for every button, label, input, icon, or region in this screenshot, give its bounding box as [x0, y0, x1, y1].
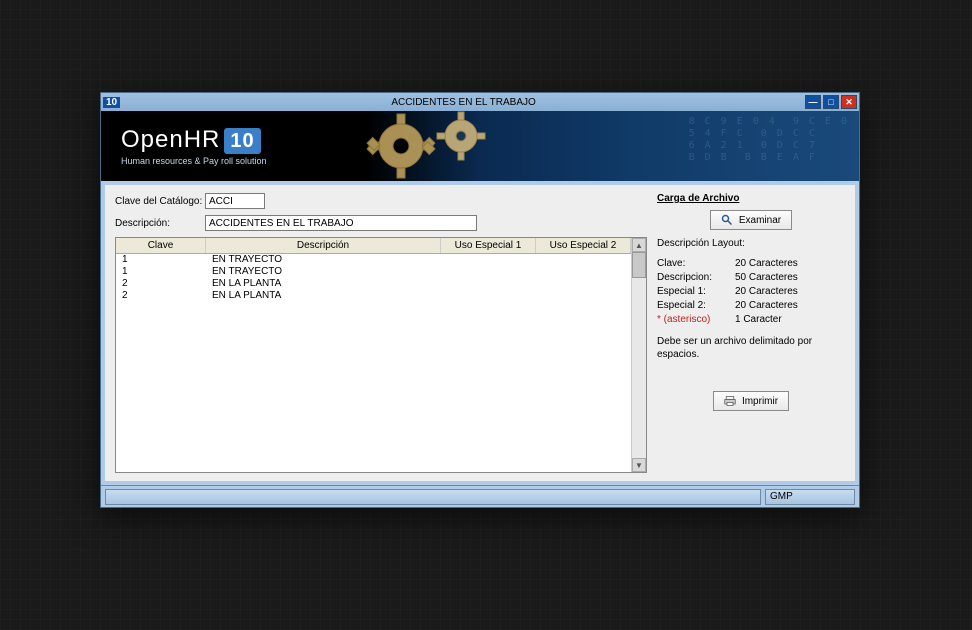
cell-desc: EN LA PLANTA: [206, 278, 441, 290]
layout-key: Especial 1:: [657, 285, 735, 299]
close-button[interactable]: ✕: [841, 95, 857, 109]
printer-icon: [724, 395, 736, 407]
descripcion-input[interactable]: [205, 215, 477, 231]
layout-val: 20 Caracteres: [735, 285, 798, 299]
left-panel: Clave del Catálogo: Descripción: Clave D…: [115, 193, 647, 473]
cell-e2: [536, 266, 631, 278]
banner-decor: 8 C 9 E 0 4 9 C E 0 5 4 F C 0 D C C 6 A …: [689, 116, 849, 164]
cell-e1: [441, 290, 536, 302]
layout-key: Especial 2:: [657, 299, 735, 313]
imprimir-label: Imprimir: [742, 396, 778, 407]
cell-e1: [441, 254, 536, 266]
layout-key: Clave:: [657, 257, 735, 271]
examinar-button[interactable]: Examinar: [710, 210, 792, 230]
layout-asterisk-key: * (asterisco): [657, 313, 735, 327]
titlebar[interactable]: 10 ACCIDENTES EN EL TRABAJO — □ ✕: [101, 93, 859, 111]
col-header-especial2[interactable]: Uso Especial 2: [536, 238, 631, 253]
brand-name: OpenHR: [121, 126, 220, 153]
descripcion-label: Descripción:: [115, 218, 205, 229]
brand-version: 10: [224, 128, 260, 154]
cell-desc: EN LA PLANTA: [206, 290, 441, 302]
col-header-clave[interactable]: Clave: [116, 238, 206, 253]
scroll-up-icon[interactable]: ▲: [632, 238, 646, 252]
layout-title: Descripción Layout:: [657, 238, 845, 249]
statusbar: GMP: [101, 485, 859, 507]
banner: OpenHR10 Human resources & Pay roll solu…: [101, 111, 859, 181]
data-grid[interactable]: Clave Descripción Uso Especial 1 Uso Esp…: [115, 237, 647, 473]
layout-asterisk-val: 1 Caracter: [735, 313, 782, 327]
clave-input[interactable]: [205, 193, 265, 209]
table-row[interactable]: 2 EN LA PLANTA: [116, 278, 631, 290]
cell-clave: 2: [116, 278, 206, 290]
grid-scrollbar[interactable]: ▲ ▼: [631, 238, 646, 472]
status-pane-user: GMP: [765, 489, 855, 505]
maximize-button[interactable]: □: [823, 95, 839, 109]
gears-icon: [361, 111, 531, 181]
layout-key: Descripcion:: [657, 271, 735, 285]
layout-val: 50 Caracteres: [735, 271, 798, 285]
cell-e1: [441, 278, 536, 290]
status-pane-main: [105, 489, 761, 505]
cell-desc: EN TRAYECTO: [206, 266, 441, 278]
clave-label: Clave del Catálogo:: [115, 196, 205, 207]
grid-body[interactable]: 1 EN TRAYECTO 1 EN TRAYECTO 2: [116, 254, 631, 472]
cell-e2: [536, 290, 631, 302]
cell-desc: EN TRAYECTO: [206, 254, 441, 266]
col-header-especial1[interactable]: Uso Especial 1: [441, 238, 536, 253]
examinar-label: Examinar: [739, 215, 781, 226]
app-logo: OpenHR10 Human resources & Pay roll solu…: [121, 126, 267, 166]
scroll-down-icon[interactable]: ▼: [632, 458, 646, 472]
layout-table: Clave:20 Caracteres Descripcion:50 Carac…: [657, 257, 845, 327]
window-title: ACCIDENTES EN EL TRABAJO: [124, 97, 803, 108]
cell-clave: 2: [116, 290, 206, 302]
col-header-descripcion[interactable]: Descripción: [206, 238, 441, 253]
minimize-button[interactable]: —: [805, 95, 821, 109]
app-window: 10 ACCIDENTES EN EL TRABAJO — □ ✕ OpenHR…: [100, 92, 860, 508]
content-area: Clave del Catálogo: Descripción: Clave D…: [105, 185, 855, 481]
brand-tagline: Human resources & Pay roll solution: [121, 156, 267, 166]
cell-clave: 1: [116, 254, 206, 266]
grid-header: Clave Descripción Uso Especial 1 Uso Esp…: [116, 238, 631, 254]
cell-clave: 1: [116, 266, 206, 278]
table-row[interactable]: 1 EN TRAYECTO: [116, 254, 631, 266]
titlebar-appnum-icon: 10: [103, 97, 120, 108]
table-row[interactable]: 2 EN LA PLANTA: [116, 290, 631, 302]
cell-e2: [536, 254, 631, 266]
search-icon: [721, 214, 733, 226]
layout-val: 20 Caracteres: [735, 299, 798, 313]
scroll-thumb[interactable]: [632, 252, 646, 278]
table-row[interactable]: 1 EN TRAYECTO: [116, 266, 631, 278]
right-panel: Carga de Archivo Examinar Descripción La…: [657, 193, 845, 473]
imprimir-button[interactable]: Imprimir: [713, 391, 789, 411]
cell-e1: [441, 266, 536, 278]
layout-hint: Debe ser un archivo delimitado por espac…: [657, 335, 845, 361]
layout-val: 20 Caracteres: [735, 257, 798, 271]
scroll-track[interactable]: [632, 252, 646, 458]
carga-title: Carga de Archivo: [657, 193, 845, 204]
cell-e2: [536, 278, 631, 290]
